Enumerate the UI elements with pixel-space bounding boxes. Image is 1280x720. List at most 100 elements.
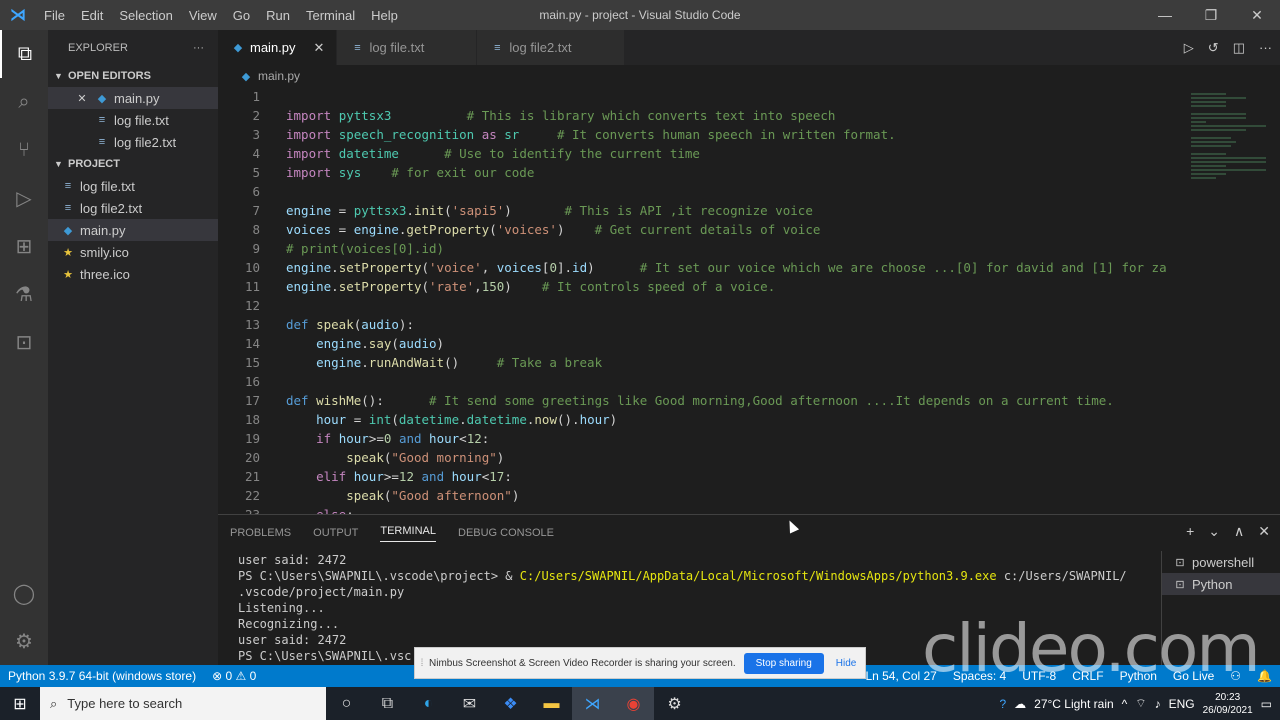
menu-item-file[interactable]: File xyxy=(36,8,73,23)
code-line: 9 # print(voices[0].id) xyxy=(218,239,1185,258)
tab-main-py[interactable]: ◆ main.py ✕ xyxy=(218,30,338,65)
code-token: setProperty xyxy=(338,279,422,294)
help-icon[interactable]: ? xyxy=(999,697,1006,711)
close-icon[interactable]: ✕ xyxy=(74,92,90,105)
terminal-instance-powershell[interactable]: ⊡ powershell xyxy=(1162,551,1280,573)
settings-icon[interactable]: ⚙ xyxy=(654,687,695,720)
code-token: speak xyxy=(316,317,354,332)
files-icon[interactable]: ⧉ xyxy=(0,30,48,78)
stop-sharing-button[interactable]: Stop sharing xyxy=(743,652,824,674)
code-token: if xyxy=(316,431,332,446)
restore-button[interactable]: ❐ xyxy=(1188,0,1234,30)
file-explorer-icon[interactable]: ▬ xyxy=(531,687,572,720)
file-item[interactable]: ≡ log file2.txt xyxy=(48,197,218,219)
file-item[interactable]: ✕ ◆ main.py xyxy=(48,87,218,109)
file-item[interactable]: ★ three.ico xyxy=(48,263,218,285)
explorer-sidebar: EXPLORER ··· ▼ OPEN EDITORS ✕ ◆ main.py ≡ lo… xyxy=(48,30,218,665)
mail-icon[interactable]: ✉ xyxy=(449,687,490,720)
panel-tab-output[interactable]: OUTPUT xyxy=(313,527,358,539)
panel-tab-problems[interactable]: PROBLEMS xyxy=(230,527,291,539)
code-token: say xyxy=(368,336,392,351)
tab-label: log file2.txt xyxy=(509,40,572,55)
maximize-panel-button[interactable]: ∧ xyxy=(1234,523,1244,540)
open-editors-section[interactable]: ▼ OPEN EDITORS xyxy=(48,65,218,87)
code-editor[interactable]: 1 2 import pyttsx3 # This is library which… xyxy=(218,87,1185,514)
problems-count[interactable]: ⊗ 0 ⚠ 0 xyxy=(204,669,264,683)
drag-handle-icon[interactable]: ⁞ xyxy=(415,658,429,669)
run-file-icon[interactable]: ▷ xyxy=(1184,40,1194,56)
code-line: 18 hour = int(datetime. datetime. now (). ho… xyxy=(218,410,1185,429)
settings-gear-icon[interactable]: ⚙ xyxy=(0,617,48,665)
file-item[interactable]: ≡ log file2.txt xyxy=(48,131,218,153)
code-token: 17 xyxy=(489,469,505,484)
minimize-button[interactable]: — xyxy=(1142,0,1188,30)
timeline-icon[interactable]: ↺ xyxy=(1208,40,1219,56)
line-number: 12 xyxy=(244,298,260,313)
tab-log-file-txt[interactable]: ≡ log file.txt xyxy=(337,30,478,65)
tab-log-file2-txt[interactable]: ≡ log file2.txt xyxy=(477,30,625,65)
menu-item-help[interactable]: Help xyxy=(363,8,406,23)
code-line: 13 def speak(audio): xyxy=(218,315,1185,334)
file-item[interactable]: ◆ main.py xyxy=(48,219,218,241)
code-token: init xyxy=(413,203,445,218)
clock[interactable]: 20:23 26/09/2021 xyxy=(1203,691,1253,717)
show-hidden-icons[interactable]: ^ xyxy=(1122,697,1128,711)
close-window-button[interactable]: ✕ xyxy=(1234,0,1280,30)
menu-item-edit[interactable]: Edit xyxy=(73,8,111,23)
code-line: 5 import sys # for exit our code xyxy=(218,163,1185,182)
chrome-icon[interactable]: ◉ xyxy=(613,687,654,720)
remote-explorer-icon[interactable]: ⊡ xyxy=(0,318,48,366)
code-token: def xyxy=(286,317,309,332)
hide-button[interactable]: Hide xyxy=(836,658,857,669)
menu-item-view[interactable]: View xyxy=(181,8,225,23)
weather-icon[interactable]: ☁ xyxy=(1014,697,1026,711)
minimap-line xyxy=(1191,157,1266,159)
edge-icon[interactable]: ◐ xyxy=(408,687,449,720)
volume-icon[interactable]: ♪ xyxy=(1155,697,1161,711)
code-token: ( xyxy=(353,317,362,332)
menu-item-go[interactable]: Go xyxy=(225,8,258,23)
terminal-dropdown-button[interactable]: ⌄ xyxy=(1208,523,1220,540)
vscode-taskbar-icon[interactable]: ⋊ xyxy=(572,687,613,720)
taskbar-search[interactable]: ⌕ Type here to search xyxy=(40,687,326,720)
open-editors-title: OPEN EDITORS xyxy=(68,70,151,82)
account-icon[interactable]: ◯ xyxy=(0,569,48,617)
new-terminal-button[interactable]: + xyxy=(1186,523,1194,540)
terminal-exe-path: C:/Users/SWAPNIL/AppData/Local/Microsoft… xyxy=(519,569,997,583)
menu-item-selection[interactable]: Selection xyxy=(111,8,180,23)
minimap[interactable] xyxy=(1185,87,1280,514)
language-indicator[interactable]: ENG xyxy=(1169,697,1195,711)
panel-tab-terminal[interactable]: TERMINAL xyxy=(380,525,436,542)
breadcrumb[interactable]: ◆ main.py xyxy=(218,65,300,87)
more-icon[interactable]: ··· xyxy=(1259,40,1272,55)
testing-icon[interactable]: ⚗ xyxy=(0,270,48,318)
close-panel-button[interactable]: ✕ xyxy=(1258,523,1270,540)
python-interpreter[interactable]: Python 3.9.7 64-bit (windows store) xyxy=(0,669,204,683)
file-item[interactable]: ≡ log file.txt xyxy=(48,175,218,197)
notification-center-icon[interactable]: ▭ xyxy=(1261,697,1272,711)
windows-start-icon[interactable]: ⊞ xyxy=(0,687,40,720)
run-debug-icon[interactable]: ▷ xyxy=(0,174,48,222)
dropbox-icon[interactable]: ❖ xyxy=(490,687,531,720)
code-token: engine xyxy=(286,260,332,275)
network-icon[interactable]: ⌔ xyxy=(1135,696,1146,711)
terminal-instance-python[interactable]: ⊡ Python xyxy=(1162,573,1280,595)
split-editor-icon[interactable]: ◫ xyxy=(1233,40,1245,56)
cortana-icon[interactable]: ○ xyxy=(326,687,367,720)
project-section[interactable]: ▼ PROJECT xyxy=(48,153,218,175)
task-view-icon[interactable]: ⧉ xyxy=(367,687,408,720)
file-item[interactable]: ★ smily.ico xyxy=(48,241,218,263)
extensions-icon[interactable]: ⊞ xyxy=(0,222,48,270)
menu-item-terminal[interactable]: Terminal xyxy=(298,8,363,23)
minimap-line xyxy=(1191,177,1216,179)
panel-tab-debug-console[interactable]: DEBUG CONSOLE xyxy=(458,527,554,539)
source-control-icon[interactable]: ⑂ xyxy=(0,126,48,174)
search-icon[interactable]: ⌕ xyxy=(0,78,48,126)
more-actions-button[interactable]: ··· xyxy=(193,42,204,54)
weather-text[interactable]: 27°C Light rain xyxy=(1034,697,1114,711)
file-item[interactable]: ≡ log file.txt xyxy=(48,109,218,131)
menu-item-run[interactable]: Run xyxy=(258,8,298,23)
close-tab-icon[interactable]: ✕ xyxy=(314,40,325,56)
